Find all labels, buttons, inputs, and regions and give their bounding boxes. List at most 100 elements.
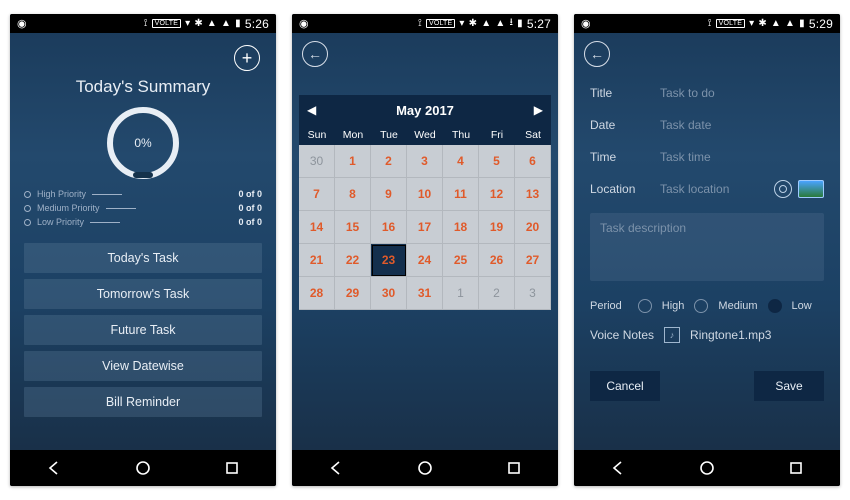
date-input[interactable]: Task date xyxy=(660,118,824,132)
calendar-day-label: Sun xyxy=(299,125,335,145)
radio-low[interactable] xyxy=(768,299,782,313)
calendar-cell[interactable]: 29 xyxy=(335,277,371,310)
calendar-cell[interactable]: 21 xyxy=(299,244,335,277)
radio-high[interactable] xyxy=(638,299,652,313)
radio-label-high: High xyxy=(662,300,685,312)
calendar-cell[interactable]: 19 xyxy=(479,211,515,244)
calendar-day-labels: SunMonTueWedThuFriSat xyxy=(299,125,551,145)
nav-home-icon[interactable] xyxy=(405,456,445,480)
app-indicator-icon: ◉ xyxy=(581,17,591,30)
calendar-cell[interactable]: 1 xyxy=(443,277,479,310)
calendar-day-label: Fri xyxy=(479,125,515,145)
calendar-cell[interactable]: 26 xyxy=(479,244,515,277)
add-task-button[interactable]: + xyxy=(234,45,260,71)
calendar-cell[interactable]: 27 xyxy=(515,244,551,277)
title-input[interactable]: Task to do xyxy=(660,86,824,100)
calendar-cell[interactable]: 5 xyxy=(479,145,515,178)
calendar-grid: 3012345678910111213141516171819202122232… xyxy=(299,145,551,310)
calendar-cell[interactable]: 11 xyxy=(443,178,479,211)
cancel-button[interactable]: Cancel xyxy=(590,371,660,401)
calendar-cell[interactable]: 6 xyxy=(515,145,551,178)
calendar-cell[interactable]: 22 xyxy=(335,244,371,277)
back-button[interactable]: ← xyxy=(302,41,328,67)
calendar-day-label: Wed xyxy=(407,125,443,145)
settings-icon: ✱ xyxy=(469,18,478,29)
field-label-title: Title xyxy=(590,86,646,100)
download-icon: ⭳ xyxy=(509,15,513,32)
calendar-cell[interactable]: 20 xyxy=(515,211,551,244)
calendar-cell[interactable]: 3 xyxy=(407,145,443,178)
priority-count: 0 of 0 xyxy=(238,189,262,199)
screen-task-form: ◉ ⟟ VOLTE ▾ ✱ ▲ ▲ ▮ 5:29 ← Title Task to… xyxy=(574,14,840,486)
image-thumbnail-icon[interactable] xyxy=(798,180,824,198)
progress-percent: 0% xyxy=(134,136,151,150)
priority-legend: High Priority 0 of 0 Medium Priority 0 o… xyxy=(24,187,262,229)
nav-back-icon[interactable] xyxy=(316,456,356,480)
priority-count: 0 of 0 xyxy=(238,217,262,227)
calendar-cell[interactable]: 28 xyxy=(299,277,335,310)
nav-recents-icon[interactable] xyxy=(212,456,252,480)
menu-bill-reminder[interactable]: Bill Reminder xyxy=(24,387,262,417)
screen-calendar: ◉ ⟟ VOLTE ▾ ✱ ▲ ▲ ⭳ ▮ 5:27 ← ◀ May 2017 … xyxy=(292,14,558,486)
nav-home-icon[interactable] xyxy=(123,456,163,480)
calendar-cell[interactable]: 17 xyxy=(407,211,443,244)
app-indicator-icon: ◉ xyxy=(17,17,27,30)
status-time: 5:29 xyxy=(809,17,833,31)
calendar-cell[interactable]: 24 xyxy=(407,244,443,277)
calendar-cell[interactable]: 7 xyxy=(299,178,335,211)
signal-icon: ▲ xyxy=(785,18,795,29)
time-input[interactable]: Task time xyxy=(660,150,824,164)
calendar-cell[interactable]: 9 xyxy=(371,178,407,211)
calendar-cell[interactable]: 8 xyxy=(335,178,371,211)
signal-icon: ▲ xyxy=(207,18,217,29)
settings-icon: ✱ xyxy=(758,18,767,29)
calendar-cell[interactable]: 2 xyxy=(371,145,407,178)
voice-file-name[interactable]: Ringtone1.mp3 xyxy=(690,328,771,342)
calendar-cell[interactable]: 30 xyxy=(371,277,407,310)
calendar-cell[interactable]: 10 xyxy=(407,178,443,211)
calendar-cell[interactable]: 16 xyxy=(371,211,407,244)
calendar-cell[interactable]: 15 xyxy=(335,211,371,244)
menu-todays-task[interactable]: Today's Task xyxy=(24,243,262,273)
save-button[interactable]: Save xyxy=(754,371,824,401)
location-input[interactable]: Task location xyxy=(660,182,760,196)
status-bar: ◉ ⟟ VOLTE ▾ ✱ ▲ ▲ ▮ 5:26 xyxy=(10,14,276,33)
calendar-cell[interactable]: 3 xyxy=(515,277,551,310)
calendar-cell[interactable]: 18 xyxy=(443,211,479,244)
next-month-button[interactable]: ▶ xyxy=(534,103,543,117)
status-time: 5:27 xyxy=(527,17,551,31)
calendar-cell[interactable]: 4 xyxy=(443,145,479,178)
nav-recents-icon[interactable] xyxy=(494,456,534,480)
priority-dot-icon xyxy=(24,219,31,226)
calendar-cell[interactable]: 14 xyxy=(299,211,335,244)
priority-dot-icon xyxy=(24,205,31,212)
music-note-icon[interactable] xyxy=(664,327,680,343)
location-pin-icon[interactable] xyxy=(774,180,792,198)
radio-medium[interactable] xyxy=(694,299,708,313)
nav-back-icon[interactable] xyxy=(598,456,638,480)
nav-home-icon[interactable] xyxy=(687,456,727,480)
calendar-cell[interactable]: 25 xyxy=(443,244,479,277)
nav-back-icon[interactable] xyxy=(34,456,74,480)
screen-summary: ◉ ⟟ VOLTE ▾ ✱ ▲ ▲ ▮ 5:26 + Today's Summa… xyxy=(10,14,276,486)
volte-badge: VOLTE xyxy=(426,19,455,28)
menu-view-datewise[interactable]: View Datewise xyxy=(24,351,262,381)
calendar-cell[interactable]: 23 xyxy=(371,244,407,277)
menu-future-task[interactable]: Future Task xyxy=(24,315,262,345)
calendar-cell[interactable]: 30 xyxy=(299,145,335,178)
calendar-cell[interactable]: 2 xyxy=(479,277,515,310)
menu-tomorrows-task[interactable]: Tomorrow's Task xyxy=(24,279,262,309)
battery-icon: ▮ xyxy=(235,18,241,29)
calendar-cell[interactable]: 12 xyxy=(479,178,515,211)
volte-badge: VOLTE xyxy=(716,19,745,28)
prev-month-button[interactable]: ◀ xyxy=(307,103,316,117)
back-button[interactable]: ← xyxy=(584,41,610,67)
description-input[interactable]: Task description xyxy=(590,213,824,281)
calendar-cell[interactable]: 1 xyxy=(335,145,371,178)
calendar-day-label: Sat xyxy=(515,125,551,145)
app-indicator-icon: ◉ xyxy=(299,17,309,30)
calendar-cell[interactable]: 31 xyxy=(407,277,443,310)
nav-recents-icon[interactable] xyxy=(776,456,816,480)
calendar-cell[interactable]: 13 xyxy=(515,178,551,211)
wifi-icon: ▾ xyxy=(185,18,190,29)
